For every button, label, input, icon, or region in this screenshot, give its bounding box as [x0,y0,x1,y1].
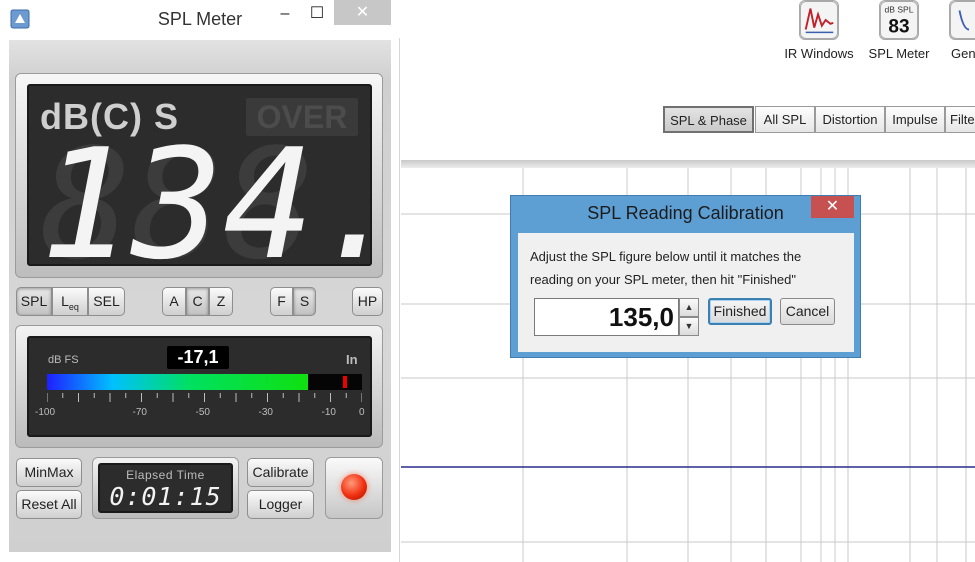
spl-meter-icon-unit: dB SPL [885,4,914,14]
scale-label: -10 [321,407,336,418]
hp-button[interactable]: HP [352,287,383,316]
generator-tool[interactable]: Gen [949,0,975,61]
tab-distortion[interactable]: Distortion [815,106,885,133]
minmax-button[interactable]: MinMax [16,458,82,487]
scale-label: -100 [35,407,56,418]
level-scale-ticks [47,393,362,402]
elapsed-time-label: Elapsed Time [126,468,205,482]
toolbar-separator [401,160,975,168]
spl-reading: 888 134.9 [40,137,364,267]
sel-mode-button[interactable]: SEL [88,287,125,316]
level-bar [47,374,362,390]
leq-mode-button[interactable]: Leq [52,287,88,316]
spin-up-button[interactable]: ▲ [679,298,699,317]
dialog-close-button[interactable]: ✕ [811,196,854,218]
dialog-message: Adjust the SPL figure below until it mat… [530,249,802,287]
dialog-title: SPL Reading Calibration [587,203,784,223]
record-indicator-icon [341,474,367,500]
scale-label: -70 [132,407,147,418]
spl-meter-window: SPL Meter ‒ ☐ ✕ dB(C) S OVER 888 134.9 S… [0,0,400,562]
input-label: In [346,352,358,367]
close-button[interactable]: ✕ [334,0,391,25]
spl-meter-icon-value: 83 [888,16,909,37]
over-indicator: OVER [246,98,358,136]
reset-all-button[interactable]: Reset All [16,490,82,519]
tab-all-spl[interactable]: All SPL [755,106,815,133]
ir-windows-icon [799,0,839,40]
scale-label: 0 [359,407,365,418]
tab-impulse[interactable]: Impulse [885,106,945,133]
spl-meter-label: SPL Meter [868,46,930,61]
logger-button[interactable]: Logger [247,490,314,519]
dbfs-label: dB FS [48,354,79,366]
c-weighting-button[interactable]: C [186,287,209,316]
z-weighting-button[interactable]: Z [209,287,233,316]
fast-speed-button[interactable]: F [270,287,293,316]
ir-windows-tool[interactable]: IR Windows [782,0,856,61]
slow-speed-button[interactable]: S [293,287,316,316]
title-bar: SPL Meter ‒ ☐ ✕ [0,0,400,38]
minimize-button[interactable]: ‒ [275,4,295,28]
calibrate-button[interactable]: Calibrate [247,458,314,487]
generator-label: Gen [951,46,975,61]
peak-hold-marker [343,376,348,388]
maximize-button[interactable]: ☐ [304,4,330,28]
ir-windows-label: IR Windows [784,46,854,61]
elapsed-time-value: 0:01:15 [109,482,222,511]
spl-mode-button[interactable]: SPL [16,287,52,316]
main-toolbar: IR Windows dB SPL 83 SPL Meter Gen SPL &… [401,0,975,160]
cancel-button[interactable]: Cancel [780,298,835,325]
a-weighting-button[interactable]: A [162,287,186,316]
scale-label: -50 [195,407,210,418]
spl-reading-value: 134.9 [40,137,364,267]
level-readout: -17,1 [167,346,229,369]
level-bar-fill [47,374,309,390]
spl-meter-icon: dB SPL 83 [879,0,919,40]
leq-subscript: eq [68,301,79,312]
spin-down-button[interactable]: ▼ [679,317,699,336]
generator-icon [949,0,975,40]
tab-spl-phase[interactable]: SPL & Phase [663,106,754,133]
spl-value-input[interactable]: 135,0 [534,298,679,336]
leq-label: L [61,293,69,309]
scale-label: -30 [258,407,273,418]
spl-meter-tool[interactable]: dB SPL 83 SPL Meter [867,0,931,61]
finished-button[interactable]: Finished [708,298,772,325]
tab-filters[interactable]: Filte [945,106,975,133]
weighting-label: dB(C) S [40,96,179,137]
